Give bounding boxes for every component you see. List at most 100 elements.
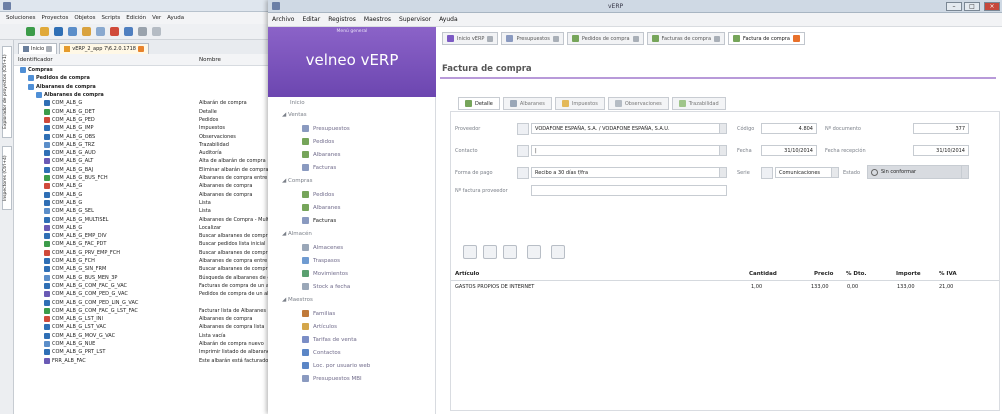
tree-item[interactable]: COM_ALB_G Lista [14, 199, 272, 207]
menu-ayuda[interactable]: Ayuda [439, 16, 458, 23]
tree-item[interactable]: COM_ALB_G_SEL Lista [14, 207, 272, 215]
menu-supervisor[interactable]: Supervisor [399, 16, 431, 23]
cut-icon[interactable] [110, 27, 119, 36]
tree-item[interactable]: COM_ALB_G_AUD Auditoría [14, 149, 272, 157]
nav-maestros-loc-web[interactable]: Loc. por usuario web [302, 362, 370, 369]
tab-factura-compra[interactable]: Factura de compra [728, 32, 805, 45]
nav-ventas-pedidos[interactable]: Pedidos [302, 138, 334, 145]
nav-almacen-almacenes[interactable]: Almacenes [302, 244, 343, 251]
notes-line-icon[interactable] [527, 245, 541, 259]
chevron-down-icon[interactable] [719, 168, 726, 177]
table-row[interactable]: GASTOS PROPIOS DE INTERNET 1,00 133,00 0… [451, 284, 999, 294]
tree-item[interactable]: COM_ALB_G_ALT Alta de albarán de compra [14, 157, 272, 165]
tree-item[interactable]: COM_ALB_G_PRT_LST Imprimir listado de alb… [14, 348, 272, 356]
menu-edicion[interactable]: Edición [126, 15, 146, 21]
menu-soluciones[interactable]: Soluciones [6, 15, 36, 21]
tree-item[interactable]: COM_ALB_G_SIN_FRM Buscar albaranes de com… [14, 265, 272, 273]
close-icon[interactable] [46, 46, 53, 52]
tree-item[interactable]: COM_ALB_G Albarán de compra [14, 99, 272, 107]
serie-field[interactable]: Comunicaciones [775, 167, 839, 178]
menu-registros[interactable]: Registros [328, 16, 356, 23]
tree-item[interactable]: COM_ALB_G Localizar [14, 224, 272, 232]
chevron-down-icon[interactable] [831, 168, 838, 177]
tab-project-explorer[interactable]: Explorador de proyectos (Ctrl+1) [2, 46, 12, 138]
nav-ventas-presupuestos[interactable]: Presupuestos [302, 125, 350, 132]
verp-titlebar[interactable]: vERP – □ × [268, 0, 1002, 13]
col-identificador[interactable]: Identificador [18, 57, 53, 63]
menu-proyectos[interactable]: Proyectos [42, 15, 69, 21]
tree-item[interactable]: Pedidos de compra [14, 74, 272, 82]
proveedor-field[interactable]: VODAFONE ESPAÑA, S.A. / VODAFONE ESPAÑA,… [531, 123, 727, 134]
nav-almacen-stock[interactable]: Stock a fecha [302, 283, 350, 290]
tree-item[interactable]: FRR_ALB_FAC Este albarán está facturado [14, 357, 272, 365]
nav-maestros-tarifas[interactable]: Tarifas de venta [302, 336, 357, 343]
tree-item[interactable]: COM_ALB_G_LST_INI Albaranes de compra [14, 315, 272, 323]
contact-icon[interactable] [517, 145, 529, 157]
menu-maestros[interactable]: Maestros [364, 16, 391, 23]
col-importe[interactable]: Importe [896, 271, 921, 277]
folder-icon[interactable] [40, 27, 49, 36]
col-nombre[interactable]: Nombre [199, 57, 221, 63]
forma-pago-field[interactable]: Recibo a 30 días f/fra [531, 167, 727, 178]
delete-line-icon[interactable] [503, 245, 517, 259]
close-button[interactable]: × [984, 2, 1000, 11]
close-icon[interactable] [792, 35, 800, 42]
tree-item[interactable]: COM_ALB_G_PED Pedidos [14, 116, 272, 124]
tab-albaranes[interactable]: Albaranes [502, 97, 552, 110]
col-articulo[interactable]: Artículo [455, 271, 479, 277]
tree-item[interactable]: COM_ALB_G Albaranes de compra [14, 191, 272, 199]
estado-select[interactable]: Sin conformar [867, 165, 969, 179]
tree-item[interactable]: COM_ALB_G_TRZ Trazabilidad [14, 141, 272, 149]
tree-item[interactable]: COM_ALB_G_PRV_EMP_FCH Buscar albaranes de… [14, 249, 272, 257]
nav-maestros-presupuestos-mbi[interactable]: Presupuestos MBI [302, 375, 362, 382]
col-dto[interactable]: % Dto. [846, 271, 867, 277]
nav-maestros-contactos[interactable]: Contactos [302, 349, 341, 356]
menu-archivo[interactable]: Archivo [272, 16, 294, 23]
nav-section-almacen[interactable]: ◢ Almacén [282, 231, 312, 237]
chevron-down-icon[interactable] [719, 124, 726, 133]
nav-compras-albaranes[interactable]: Albaranes [302, 204, 341, 211]
payment-icon[interactable] [517, 167, 529, 179]
tree-item[interactable]: Compras [14, 66, 272, 74]
tree-item[interactable]: COM_ALB_G_BUS_MEN_3P Búsqueda de albarane… [14, 274, 272, 282]
codigo-field[interactable]: 4.804 [761, 123, 817, 134]
close-icon[interactable] [487, 35, 494, 42]
tree-item[interactable]: COM_ALB_G_NUE Albarán de compra nuevo [14, 340, 272, 348]
col-cantidad[interactable]: Cantidad [749, 271, 777, 277]
add-line-icon[interactable] [463, 245, 477, 259]
menu-ayuda[interactable]: Ayuda [167, 15, 184, 21]
nav-maestros-articulos[interactable]: Artículos [302, 323, 337, 330]
tree-item[interactable]: COM_ALB_G_LST_VAC Albaranes de compra lis… [14, 323, 272, 331]
tree-item[interactable]: COM_ALB_G_COM_FAC_G_LST_FAC Facturar list… [14, 307, 272, 315]
object-icon[interactable] [82, 27, 91, 36]
tab-presupuestos[interactable]: Presupuestos [501, 32, 564, 45]
tree-item[interactable]: COM_ALB_G_DET Detalle [14, 108, 272, 116]
nav-almacen-traspasos[interactable]: Traspasos [302, 257, 340, 264]
contacto-field[interactable]: | [531, 145, 727, 156]
tab-observaciones[interactable]: Observaciones [607, 97, 669, 110]
maximize-button[interactable]: □ [964, 2, 980, 11]
tree-item[interactable]: COM_ALB_G_COM_PED_LIN_G_VAC [14, 298, 272, 306]
close-icon[interactable] [632, 35, 639, 42]
nav-maestros-familias[interactable]: Familias [302, 310, 335, 317]
edit-line-icon[interactable] [483, 245, 497, 259]
tree-item[interactable]: COM_ALB_G_FCH Albaranes de compra entre f… [14, 257, 272, 265]
tab-inspectors[interactable]: Inspectores (Ctrl+4) [2, 146, 12, 210]
tree-item[interactable]: COM_ALB_G_OBS Observaciones [14, 132, 272, 140]
tree-item[interactable]: COM_ALB_G_FAC_PDT Buscar pedidos lista in… [14, 240, 272, 248]
save-icon[interactable] [54, 27, 63, 36]
nav-compras-facturas[interactable]: Facturas [302, 217, 336, 224]
col-precio[interactable]: Precio [814, 271, 833, 277]
menu-ver[interactable]: Ver [152, 15, 161, 21]
close-icon[interactable] [714, 35, 721, 42]
chevron-down-icon[interactable] [961, 166, 968, 178]
nav-section-ventas[interactable]: ◢ Ventas [282, 112, 307, 118]
tree-item[interactable]: COM_ALB_G_MULTISEL Albaranes de Compra - … [14, 215, 272, 223]
tree-item[interactable]: COM_ALB_G_BAJ Eliminar albarán de compra [14, 166, 272, 174]
nav-inicio[interactable]: Inicio [290, 100, 305, 106]
close-icon[interactable] [552, 35, 559, 42]
tree-item[interactable]: Albaranes de compra [14, 83, 272, 91]
ide-titlebar[interactable] [0, 0, 272, 12]
copy-icon[interactable] [96, 27, 105, 36]
paste-icon[interactable] [124, 27, 133, 36]
